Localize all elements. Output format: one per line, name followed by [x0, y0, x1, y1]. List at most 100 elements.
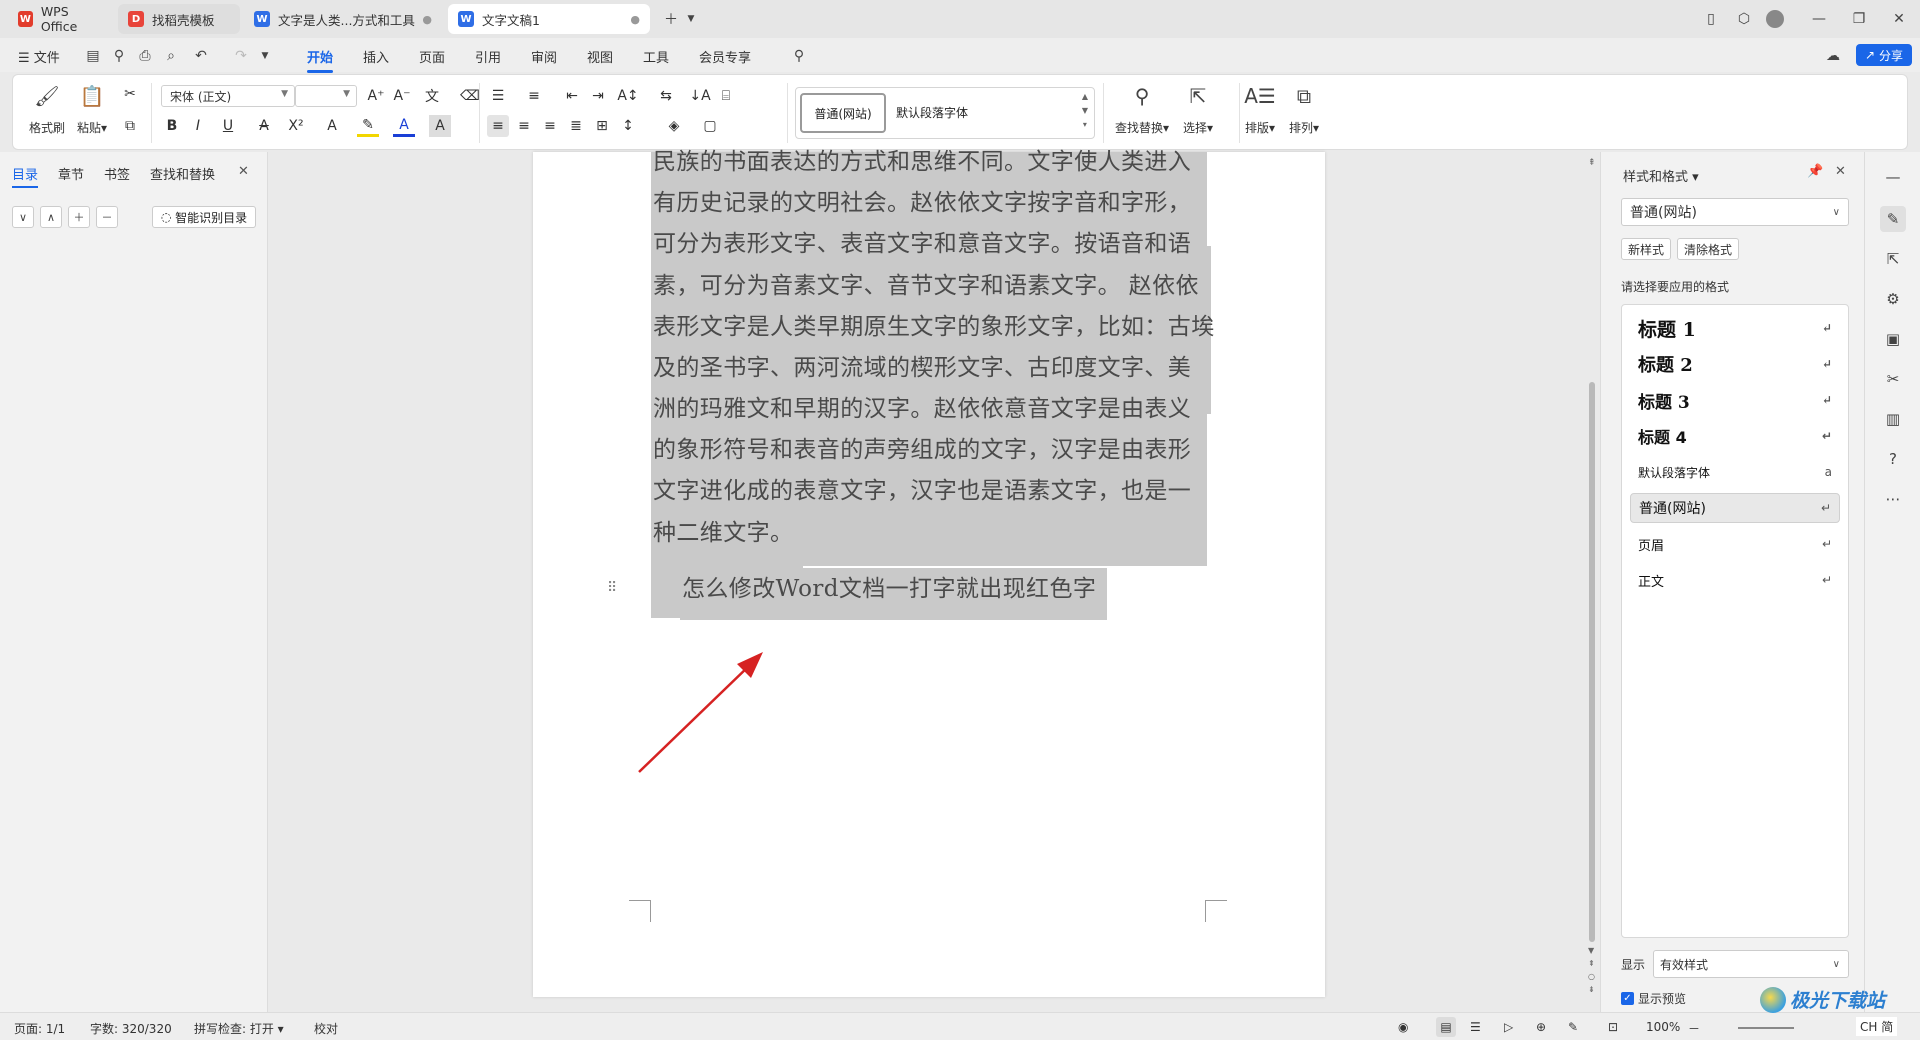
phonetic-icon[interactable]: 文	[421, 85, 443, 107]
grow-font-icon[interactable]: A⁺	[365, 85, 387, 107]
style-item-normal-web[interactable]: 普通(网站) ↵	[1630, 493, 1840, 523]
decrease-indent-icon[interactable]: ⇤	[561, 85, 583, 107]
menu-view[interactable]: 视图	[587, 47, 613, 66]
text-direction-icon[interactable]: A↕	[617, 85, 639, 107]
chevron-down-icon[interactable]: ▼	[680, 8, 702, 30]
strikethrough-icon[interactable]: A	[253, 115, 275, 137]
tab-wps-office[interactable]: W WPS Office	[8, 4, 114, 34]
doc-line[interactable]: 洲的玛雅文和早期的汉字。赵依依意音文字是由表义	[653, 389, 1191, 423]
styles-pane-title[interactable]: 样式和格式 ▾	[1623, 166, 1699, 185]
help-icon[interactable]: ?	[1880, 446, 1906, 472]
numbered-list-icon[interactable]: ≡	[523, 85, 545, 107]
shading-icon[interactable]: ◈	[663, 115, 685, 137]
add-icon[interactable]: ＋	[68, 206, 90, 228]
expand-icon[interactable]: ∧	[40, 206, 62, 228]
clear-format-button[interactable]: 清除格式	[1677, 238, 1740, 260]
distribute-icon[interactable]: ⊞	[591, 115, 613, 137]
arrange-button[interactable]: ⧉ 排列▾	[1289, 81, 1319, 136]
highlight-icon[interactable]: ✎	[357, 115, 379, 137]
increase-indent-icon[interactable]: ⇥	[587, 85, 609, 107]
tab-docer-templates[interactable]: D 找稻壳模板	[118, 4, 240, 34]
tools-icon[interactable]: ✂	[1880, 366, 1906, 392]
tab-dot-icon[interactable]: ●	[422, 13, 432, 26]
style-default-para[interactable]: 默认段落字体	[896, 104, 968, 121]
pin-icon[interactable]: 📌	[1807, 164, 1823, 179]
remove-icon[interactable]: －	[96, 206, 118, 228]
doc-line[interactable]: 表形文字是人类早期原生文字的象形文字，比如：古埃	[653, 307, 1215, 341]
menu-tools[interactable]: 工具	[643, 47, 669, 66]
close-icon[interactable]: ✕	[238, 164, 249, 179]
style-item-header[interactable]: 页眉 ↵	[1630, 529, 1840, 559]
image-edit-icon[interactable]: ▣	[1880, 326, 1906, 352]
doc-line[interactable]: 的象形符号和表音的声旁组成的文字，汉字是由表形	[653, 430, 1191, 464]
char-shading-icon[interactable]: A	[429, 115, 451, 137]
bold-icon[interactable]: B	[161, 115, 183, 137]
restore-icon[interactable]: ❐	[1848, 8, 1870, 30]
drag-handle-icon[interactable]: ⠿	[607, 580, 617, 596]
menu-page[interactable]: 页面	[419, 47, 445, 66]
eye-icon[interactable]: ◉	[1398, 1020, 1408, 1034]
doc-line[interactable]: 素，可分为音素文字、音节文字和语素文字。 赵依依	[653, 266, 1199, 300]
zoom-level[interactable]: 100%	[1646, 1020, 1680, 1034]
page-indicator[interactable]: 页面: 1/1	[14, 1020, 65, 1037]
menu-member[interactable]: 会员专享	[699, 47, 751, 66]
document-page[interactable]: 民族的书面表达的方式和思维不同。文字使人类进入 有历史记录的文明社会。赵依依文字…	[533, 149, 1325, 997]
style-normal-web[interactable]: 普通(网站)	[800, 93, 886, 133]
pen-icon[interactable]: ✎	[1568, 1020, 1578, 1034]
superscript-icon[interactable]: X²	[285, 115, 307, 137]
smart-toc-button[interactable]: ◌ 智能识别目录	[152, 206, 256, 228]
border-icon[interactable]: ▢	[699, 115, 721, 137]
show-preview-checkbox[interactable]: ✓ 显示预览	[1621, 990, 1686, 1007]
layout-button[interactable]: A☰ 排版▾	[1244, 81, 1276, 136]
tab-chapters[interactable]: 章节	[58, 164, 84, 183]
page-nav-icons[interactable]: ▼ ⇞ ○ ⇟	[1588, 944, 1595, 996]
cut-icon[interactable]: ✂	[119, 83, 141, 105]
doc-line[interactable]: 可分为表形文字、表音文字和意音文字。按语音和语	[653, 224, 1191, 258]
align-right-icon[interactable]: ≡	[539, 115, 561, 137]
collapse-icon[interactable]: ∨	[12, 206, 34, 228]
format-painter-button[interactable]: 🖌 格式刷	[29, 81, 65, 136]
align-center-icon[interactable]: ≡	[513, 115, 535, 137]
save-icon[interactable]: ▤	[84, 47, 102, 65]
menu-insert[interactable]: 插入	[363, 47, 389, 66]
new-tab-icon[interactable]: ＋	[660, 8, 682, 30]
tab-document-active[interactable]: W 文字文稿1 ●	[448, 4, 650, 34]
fit-icon[interactable]: ⊡	[1608, 1020, 1618, 1034]
tab-dot-icon[interactable]: ●	[630, 13, 640, 26]
search-icon[interactable]: ⚲	[790, 47, 808, 65]
align-left-icon[interactable]: ≡	[487, 115, 509, 137]
style-item-heading3[interactable]: 标题 3 ↵	[1630, 385, 1840, 415]
link-icon[interactable]: ⚲	[110, 47, 128, 65]
font-color-icon[interactable]: A	[393, 115, 415, 137]
copy-icon[interactable]: ⧉	[119, 115, 141, 137]
styles-pen-icon[interactable]: ✎	[1880, 206, 1906, 232]
menu-review[interactable]: 审阅	[531, 47, 557, 66]
justify-icon[interactable]: ≣	[565, 115, 587, 137]
web-view-icon[interactable]: ⊕	[1536, 1020, 1546, 1034]
scrollbar-thumb[interactable]	[1589, 382, 1595, 942]
gallery-scroll[interactable]: ▲ ▼ ▾	[1082, 90, 1088, 132]
close-icon[interactable]: ✕	[1888, 8, 1910, 30]
cube-icon[interactable]: ⬡	[1733, 8, 1755, 30]
spell-check-status[interactable]: 拼写检查: 打开 ▾	[194, 1020, 284, 1037]
print-preview-icon[interactable]: ⌕	[162, 47, 180, 65]
doc-line[interactable]: 有历史记录的文明社会。赵依依文字按字音和字形，	[653, 183, 1191, 217]
zoom-slider[interactable]	[1738, 1027, 1794, 1029]
play-icon[interactable]: ▷	[1504, 1020, 1513, 1034]
doc-line[interactable]: 民族的书面表达的方式和思维不同。文字使人类进入	[653, 142, 1191, 176]
doc-line[interactable]: 种二维文字。	[653, 513, 793, 547]
show-marks-icon[interactable]: ⌸	[715, 85, 737, 107]
menu-references[interactable]: 引用	[475, 47, 501, 66]
show-filter-select[interactable]: 有效样式 ∨	[1653, 950, 1849, 978]
new-style-button[interactable]: 新样式	[1621, 238, 1672, 260]
select-cursor-icon[interactable]: ⇱	[1880, 246, 1906, 272]
minimize-icon[interactable]: —	[1808, 8, 1830, 30]
style-item-default-para[interactable]: 默认段落字体 a	[1630, 457, 1840, 487]
select-button[interactable]: ⇱ 选择▾	[1183, 81, 1213, 136]
sort-icon[interactable]: ↓A	[689, 85, 711, 107]
zoom-out-icon[interactable]: －	[1688, 1020, 1700, 1037]
close-icon[interactable]: ✕	[1835, 164, 1846, 179]
proofread-button[interactable]: 校对	[314, 1020, 338, 1037]
doc-line[interactable]: 文字进化成的表意文字，汉字也是语素文字，也是一	[653, 471, 1191, 505]
paste-button[interactable]: 📋 粘贴▾	[77, 81, 107, 136]
